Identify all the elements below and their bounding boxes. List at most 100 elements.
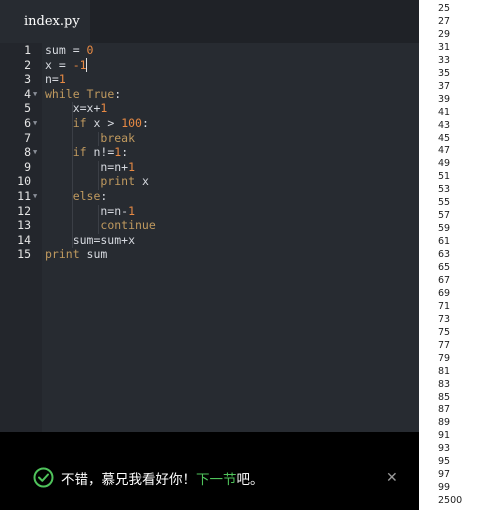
code-token: while xyxy=(45,86,87,101)
line-number: 4 xyxy=(24,86,31,101)
code-line[interactable]: 10 print x xyxy=(0,174,419,189)
code-editor[interactable]: index.py 1 sum = 02x = -1 3 n=1 4 ▼ while True… xyxy=(0,0,419,432)
code-token: sum=sum+x xyxy=(45,232,136,247)
code-token: -1 xyxy=(72,57,87,72)
code-line[interactable]: 6 ▼ if x > 100: xyxy=(0,116,419,131)
code-line[interactable]: 5 x=x+1 xyxy=(0,101,419,116)
code-line[interactable]: 2 x = -1 xyxy=(0,58,419,73)
line-number: 15 xyxy=(17,247,31,262)
output-line: 77 xyxy=(438,339,451,351)
next-section-link[interactable]: 下一节 xyxy=(196,472,237,488)
output-line: 81 xyxy=(438,365,451,377)
code-token: break xyxy=(100,130,136,145)
code-token: print xyxy=(45,247,80,262)
output-line: 75 xyxy=(438,326,451,338)
code-text: n=n-1 xyxy=(45,204,135,219)
code-token: 0 xyxy=(86,43,94,57)
output-line: 99 xyxy=(438,482,451,494)
line-number: 11 xyxy=(17,189,31,203)
fold-arrow-icon[interactable]: ▼ xyxy=(33,145,37,160)
output-line: 63 xyxy=(438,249,451,261)
success-banner: 不错，慕兄我看好你！下一节吧。 ✕ xyxy=(0,432,419,510)
output-line: 41 xyxy=(438,106,451,118)
code-line[interactable]: 8 ▼ if n!=1: xyxy=(0,145,419,160)
tab-label: index.py xyxy=(24,14,80,29)
code-text: sum = 0 xyxy=(45,43,93,58)
banner-message-before: 不错，慕兄我看好你！ xyxy=(61,472,196,488)
code-token: x > xyxy=(86,116,122,130)
code-token: : xyxy=(121,145,129,160)
code-token: 1 xyxy=(58,72,66,87)
code-text: x = -1 xyxy=(45,58,87,73)
code-text: else: xyxy=(45,189,108,204)
output-line: 91 xyxy=(438,430,451,442)
code-line[interactable]: 3 n=1 xyxy=(0,72,419,87)
line-number: 13 xyxy=(17,218,31,233)
code-line[interactable]: 9 n=n+1 xyxy=(0,160,419,175)
fold-arrow-icon[interactable]: ▼ xyxy=(33,189,37,204)
code-token: continue xyxy=(100,218,156,233)
output-line: 67 xyxy=(438,274,451,286)
output-line: 53 xyxy=(438,184,451,196)
code-token: sum = xyxy=(45,43,87,57)
code-token: x = xyxy=(45,57,73,72)
output-line: 25 xyxy=(438,3,451,14)
tab-index-py[interactable]: index.py xyxy=(0,0,90,43)
line-number: 2 xyxy=(24,57,31,72)
output-line: 27 xyxy=(438,15,451,27)
code-token: True xyxy=(86,86,115,101)
output-line: 57 xyxy=(438,210,451,222)
code-line[interactable]: 7 break xyxy=(0,131,419,146)
code-line[interactable]: 12 n=n-1 xyxy=(0,204,419,219)
code-token: sum xyxy=(79,247,108,262)
code-line[interactable]: 14 sum=sum+x xyxy=(0,233,419,248)
fold-arrow-icon[interactable]: ▼ xyxy=(33,116,37,131)
output-line: 85 xyxy=(438,391,451,403)
fold-arrow-icon[interactable]: ▼ xyxy=(33,87,37,102)
code-token: x xyxy=(135,174,149,189)
output-line: 79 xyxy=(438,352,451,364)
output-line: 59 xyxy=(438,223,451,235)
tab-bar: index.py xyxy=(0,0,419,43)
code-text: print sum xyxy=(45,247,107,262)
code-text: n=1 xyxy=(45,72,66,87)
output-line: 2500 xyxy=(438,495,463,507)
line-number: 7 xyxy=(24,130,31,145)
output-line: 71 xyxy=(438,300,451,312)
check-circle-icon xyxy=(33,467,54,492)
code-token: n= xyxy=(45,72,59,87)
code-token: 1 xyxy=(100,101,108,116)
code-text: continue xyxy=(45,218,156,233)
close-icon[interactable]: ✕ xyxy=(386,471,398,485)
output-line: 97 xyxy=(438,469,451,481)
output-line: 89 xyxy=(438,417,451,429)
code-text: while True: xyxy=(45,87,121,102)
code-line[interactable]: 1 sum = 0 xyxy=(0,43,419,58)
line-number: 1 xyxy=(24,43,31,57)
code-text: break xyxy=(45,131,135,146)
code-token: if xyxy=(72,116,87,130)
output-line: 95 xyxy=(438,456,451,468)
output-line: 49 xyxy=(438,158,451,170)
code-line[interactable]: 11 ▼ else: xyxy=(0,189,419,204)
code-line[interactable]: 4 ▼ while True: xyxy=(0,87,419,102)
line-number: 9 xyxy=(24,159,31,174)
code-text: if n!=1: xyxy=(45,145,128,160)
indent-guide xyxy=(98,205,99,234)
code-token: : xyxy=(100,189,108,203)
output-line: 87 xyxy=(438,404,451,416)
indent-guide xyxy=(98,132,99,146)
code-token: 1 xyxy=(128,203,136,218)
code-token: if xyxy=(72,145,87,160)
output-line: 69 xyxy=(438,287,451,299)
line-number: 5 xyxy=(24,101,31,116)
output-line: 51 xyxy=(438,171,451,183)
output-line: 65 xyxy=(438,262,451,273)
indent-guide xyxy=(72,102,73,248)
output-line: 73 xyxy=(438,313,451,325)
code-line[interactable]: 15 print sum xyxy=(0,247,419,262)
code-line[interactable]: 13 continue xyxy=(0,218,419,233)
